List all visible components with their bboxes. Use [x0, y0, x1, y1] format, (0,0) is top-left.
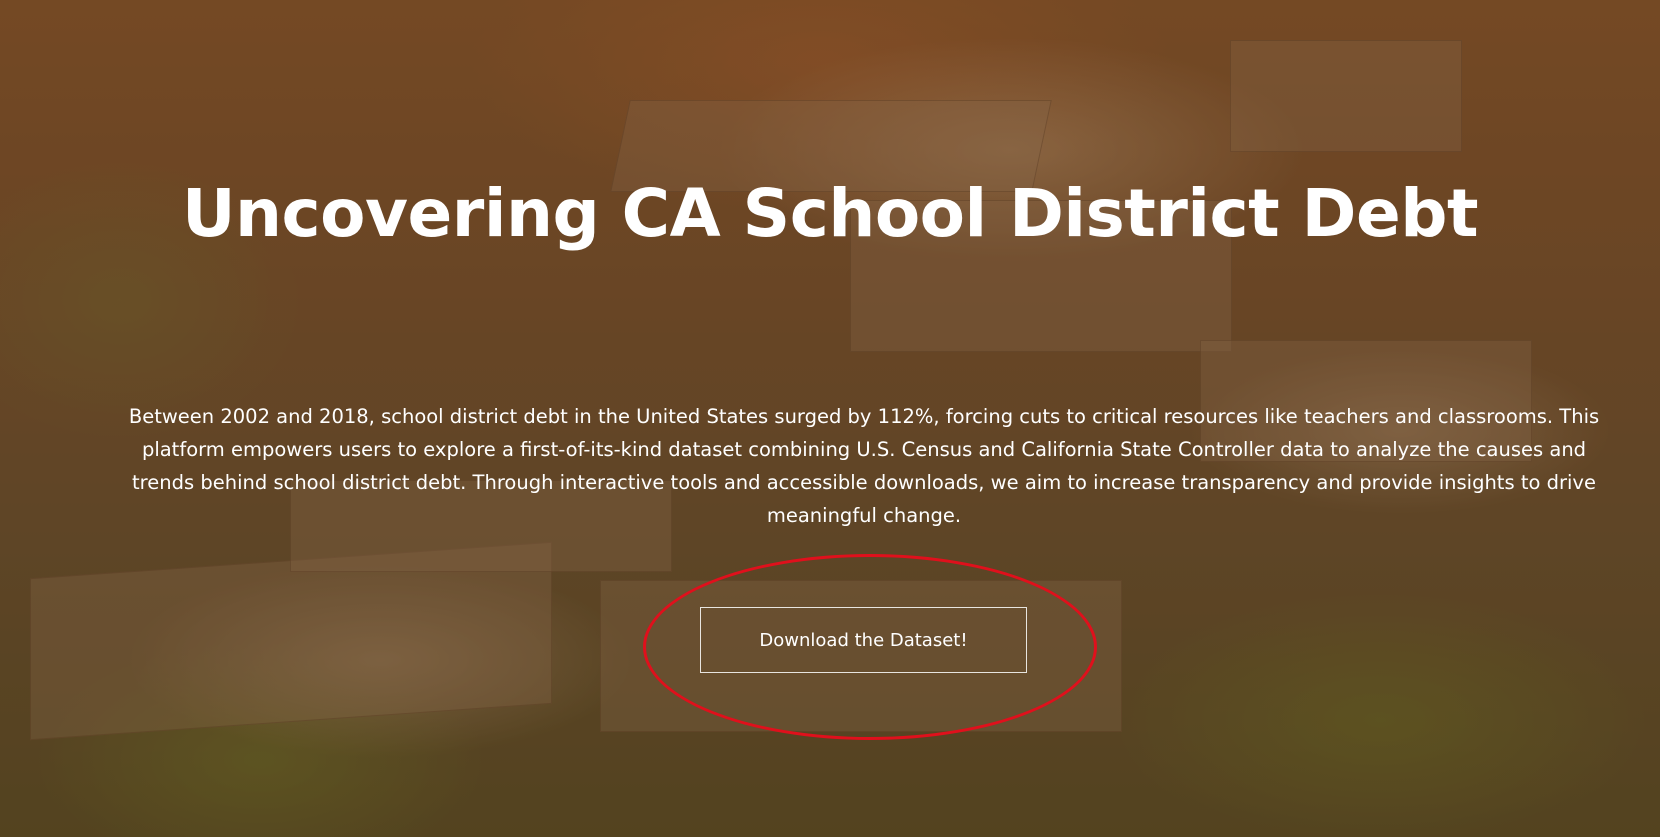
page-title: Uncovering CA School District Debt — [181, 175, 1479, 252]
hero-content: Uncovering CA School District Debt Betwe… — [0, 0, 1660, 837]
cta-container: Download the Dataset! — [643, 554, 1097, 740]
hero-description: Between 2002 and 2018, school district d… — [128, 405, 1600, 527]
hero-section: Uncovering CA School District Debt Betwe… — [0, 0, 1660, 837]
download-dataset-button[interactable]: Download the Dataset! — [700, 607, 1027, 673]
